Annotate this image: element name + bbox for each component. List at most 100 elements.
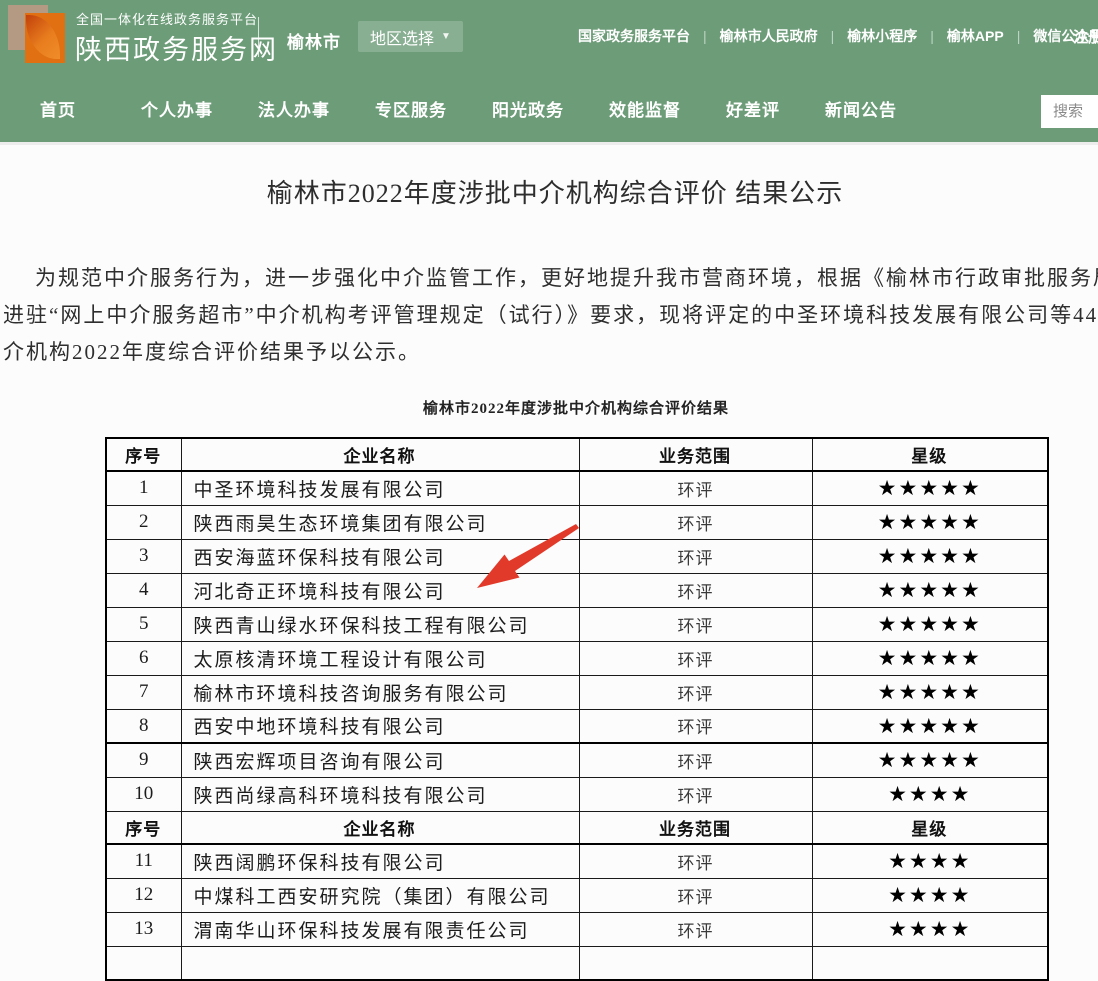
search-input[interactable] — [1051, 102, 1098, 121]
cell-star-rating: ★★★★★ — [812, 675, 1048, 709]
header-link-0[interactable]: 国家政务服务平台 — [578, 26, 690, 46]
nav-items: 首页 个人办事 法人办事 专区服务 阳光政务 效能监督 好差评 新闻公告 — [40, 75, 897, 142]
header-links: 国家政务服务平台|榆林市人民政府|榆林小程序|榆林APP|微信公众号 — [578, 26, 1098, 46]
link-separator: | — [831, 28, 835, 44]
cell-no: 4 — [106, 573, 181, 607]
cell-company-name — [181, 946, 579, 980]
cell-company-name: 渭南华山环保科技发展有限责任公司 — [181, 912, 579, 946]
cell-no: 13 — [106, 912, 181, 946]
cell-company-name: 陕西雨昊生态环境集团有限公司 — [181, 505, 579, 539]
cell-star-rating: ★★★★★ — [812, 539, 1048, 573]
header-cell-company-name: 企业名称 — [181, 811, 579, 844]
site-name: 陕西政务服务网 — [75, 28, 278, 67]
cell-no: 9 — [106, 743, 181, 777]
nav-item-7[interactable]: 新闻公告 — [825, 96, 897, 121]
cell-star-rating: ★★★★ — [812, 878, 1048, 912]
cell-company-name: 陕西青山绿水环保科技工程有限公司 — [181, 607, 579, 641]
cell-business-scope: 环评 — [579, 641, 812, 675]
header-cell-star-rating: 星级 — [812, 811, 1048, 844]
cell-no: 11 — [106, 844, 181, 878]
cell-company-name: 河北奇正环境科技有限公司 — [181, 573, 579, 607]
table-row: 1中圣环境科技发展有限公司环评★★★★★ — [106, 471, 1048, 505]
cell-company-name: 中圣环境科技发展有限公司 — [181, 471, 579, 505]
cell-business-scope: 环评 — [579, 777, 812, 811]
cell-star-rating: ★★★★★ — [812, 743, 1048, 777]
cell-business-scope: 环评 — [579, 743, 812, 777]
cell-business-scope: 环评 — [579, 471, 812, 505]
nav-item-6[interactable]: 好差评 — [726, 96, 780, 121]
cell-company-name: 太原核清环境工程设计有限公司 — [181, 641, 579, 675]
cell-star-rating: ★★★★★ — [812, 471, 1048, 505]
table-row: 2陕西雨昊生态环境集团有限公司环评★★★★★ — [106, 505, 1048, 539]
header-divider — [258, 17, 259, 57]
cell-company-name: 中煤科工西安研究院（集团）有限公司 — [181, 878, 579, 912]
header-link-2[interactable]: 榆林小程序 — [847, 26, 917, 46]
header-link-3[interactable]: 榆林APP — [947, 26, 1004, 46]
cell-business-scope: 环评 — [579, 844, 812, 878]
main-navbar: 首页 个人办事 法人办事 专区服务 阳光政务 效能监督 好差评 新闻公告 — [0, 75, 1098, 142]
region-select-label: 地区选择 — [370, 25, 434, 49]
table-row: 9陕西宏辉项目咨询有限公司环评★★★★★ — [106, 743, 1048, 777]
platform-label: 全国一体化在线政务服务平台 — [76, 9, 258, 28]
header-link-1[interactable]: 榆林市人民政府 — [720, 26, 818, 46]
register-link[interactable]: 注册 — [1073, 26, 1098, 47]
cell-star-rating — [812, 946, 1048, 980]
table-row: 5陕西青山绿水环保科技工程有限公司环评★★★★★ — [106, 607, 1048, 641]
link-separator: | — [703, 28, 707, 44]
header-cell-business-scope: 业务范围 — [579, 438, 812, 471]
cell-company-name: 陕西宏辉项目咨询有限公司 — [181, 743, 579, 777]
header-cell-company-name: 企业名称 — [181, 438, 579, 471]
table-row: 4河北奇正环境科技有限公司环评★★★★★ — [106, 573, 1048, 607]
cell-no: 5 — [106, 607, 181, 641]
search-box[interactable] — [1041, 95, 1098, 128]
table-row: 6太原核清环境工程设计有限公司环评★★★★★ — [106, 641, 1048, 675]
table-row: 10陕西尚绿高科环境科技有限公司环评★★★★ — [106, 777, 1048, 811]
table-header-row: 序号企业名称业务范围星级 — [106, 811, 1048, 844]
paragraph-line-2: 进驻“网上中介服务超市”中介机构考评管理规定（试行）》要求，现将评定的中圣环境科… — [0, 297, 1098, 334]
cell-no — [106, 946, 181, 980]
region-select-button[interactable]: 地区选择 ▼ — [358, 21, 463, 52]
cell-star-rating: ★★★★ — [812, 912, 1048, 946]
table-row: 7榆林市环境科技咨询服务有限公司环评★★★★★ — [106, 675, 1048, 709]
cell-star-rating: ★★★★ — [812, 777, 1048, 811]
nav-item-5[interactable]: 效能监督 — [609, 96, 681, 121]
cell-no: 7 — [106, 675, 181, 709]
cell-star-rating: ★★★★★ — [812, 641, 1048, 675]
cell-business-scope: 环评 — [579, 878, 812, 912]
cell-no: 1 — [106, 471, 181, 505]
nav-item-0[interactable]: 首页 — [40, 96, 76, 121]
cell-business-scope: 环评 — [579, 573, 812, 607]
nav-item-2[interactable]: 法人办事 — [258, 96, 330, 121]
cell-star-rating: ★★★★★ — [812, 573, 1048, 607]
cell-no: 6 — [106, 641, 181, 675]
header-cell-business-scope: 业务范围 — [579, 811, 812, 844]
page-content: 榆林市2022年度涉批中介机构综合评价 结果公示 为规范中介服务行为，进一步强化… — [0, 142, 1098, 947]
announcement-paragraph: 为规范中介服务行为，进一步强化中介监管工作，更好地提升我市营商环境，根据《榆林市… — [0, 260, 1098, 371]
header-cell-star-rating: 星级 — [812, 438, 1048, 471]
cell-business-scope: 环评 — [579, 539, 812, 573]
nav-item-4[interactable]: 阳光政务 — [492, 96, 564, 121]
site-header: 全国一体化在线政务服务平台 陕西政务服务网 榆林市 地区选择 ▼ 国家政务服务平… — [0, 0, 1098, 75]
table-row — [106, 946, 1048, 980]
nav-item-3[interactable]: 专区服务 — [375, 96, 447, 121]
cell-business-scope — [579, 946, 812, 980]
link-separator: | — [930, 28, 934, 44]
cell-business-scope: 环评 — [579, 709, 812, 743]
cell-no: 12 — [106, 878, 181, 912]
header-cell-no: 序号 — [106, 438, 181, 471]
cell-star-rating: ★★★★ — [812, 844, 1048, 878]
cell-no: 10 — [106, 777, 181, 811]
paragraph-line-3: 介机构2022年度综合评价结果予以公示。 — [0, 334, 1098, 371]
cell-company-name: 榆林市环境科技咨询服务有限公司 — [181, 675, 579, 709]
cell-star-rating: ★★★★★ — [812, 505, 1048, 539]
table-row: 11陕西阔鹏环保科技有限公司环评★★★★ — [106, 844, 1048, 878]
nav-item-1[interactable]: 个人办事 — [141, 96, 213, 121]
table-caption: 榆林市2022年度涉批中介机构综合评价结果 — [105, 397, 1047, 418]
table-row: 12中煤科工西安研究院（集团）有限公司环评★★★★ — [106, 878, 1048, 912]
link-separator: | — [1017, 28, 1021, 44]
cell-business-scope: 环评 — [579, 912, 812, 946]
cell-business-scope: 环评 — [579, 675, 812, 709]
cell-company-name: 陕西阔鹏环保科技有限公司 — [181, 844, 579, 878]
table-row: 13渭南华山环保科技发展有限责任公司环评★★★★ — [106, 912, 1048, 946]
cell-business-scope: 环评 — [579, 505, 812, 539]
